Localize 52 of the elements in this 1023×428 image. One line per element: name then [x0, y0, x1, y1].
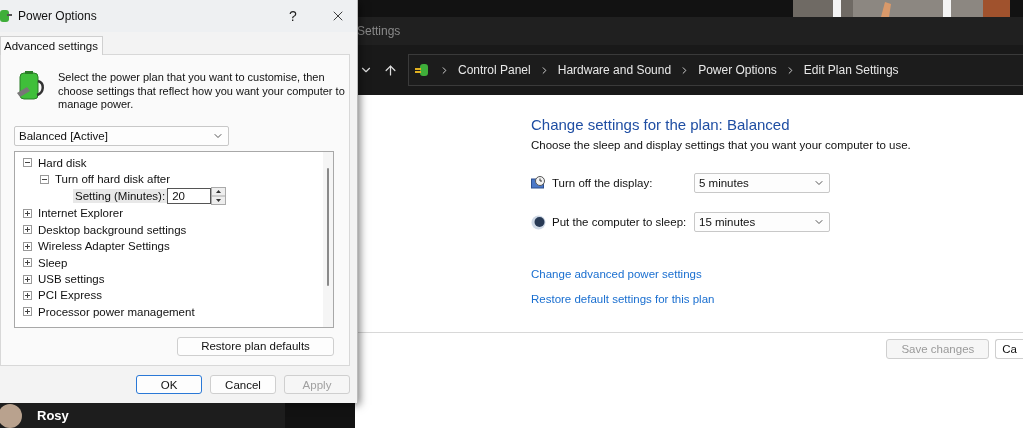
expand-icon[interactable] — [23, 208, 32, 218]
tree-item[interactable]: Internet Explorer — [38, 207, 123, 220]
window-title: Power Options — [18, 9, 98, 23]
tree-item[interactable]: Processor power management — [38, 305, 195, 318]
setting-label: Put the computer to sleep: — [552, 216, 688, 228]
dropdown[interactable]: 15 minutes — [694, 212, 830, 232]
tree-item[interactable]: Desktop background settings — [38, 223, 187, 236]
expand-icon[interactable] — [23, 290, 32, 300]
breadcrumb-item[interactable]: Edit Plan Settings — [803, 63, 899, 77]
tab[interactable]: Advanced settings — [0, 36, 103, 55]
collapse-icon[interactable] — [23, 158, 32, 168]
expand-icon[interactable] — [23, 274, 32, 284]
tree-item[interactable]: Hard disk — [38, 156, 87, 169]
dialog-button[interactable]: OK — [136, 375, 202, 394]
tree-item[interactable]: USB settings — [38, 273, 105, 286]
battery-plug-icon — [17, 71, 45, 101]
restore-defaults-button[interactable]: Restore plan defaults — [177, 336, 334, 356]
cut-off-button[interactable]: Ca — [995, 339, 1023, 359]
breadcrumb-item[interactable]: Hardware and Sound — [557, 63, 672, 77]
contact-name: Rosy — [37, 408, 69, 423]
moon-icon — [531, 214, 546, 230]
collapse-icon[interactable] — [40, 174, 49, 184]
dropdown[interactable]: 5 minutes — [694, 173, 830, 193]
tree-item[interactable]: Turn off hard disk after — [55, 173, 171, 186]
window-title: Settings — [357, 24, 401, 38]
minutes-field[interactable]: 20 — [167, 188, 212, 205]
expand-icon[interactable] — [23, 241, 32, 251]
spin-buttons-icon[interactable] — [211, 187, 227, 206]
help-button[interactable]: ? — [281, 7, 305, 25]
expand-icon[interactable] — [23, 258, 32, 268]
expand-icon[interactable] — [23, 307, 32, 317]
plan-dropdown[interactable]: Balanced [Active] — [14, 125, 229, 146]
setting-label: Turn off the display: — [552, 177, 654, 189]
power-plug-icon — [0, 9, 12, 23]
page-heading: Change settings for the plan: Balanced — [531, 116, 791, 133]
page-description: Choose the sleep and display settings that you want your computer to use. — [531, 139, 912, 151]
link[interactable]: Restore default settings for this plan — [531, 293, 715, 305]
expand-icon[interactable] — [23, 225, 32, 235]
instructions-text: Select the power plan that you want to customise, then choose settings that reflect how you want your computer to manage power. — [58, 71, 346, 112]
tree-item[interactable]: PCI Express — [38, 289, 102, 302]
breadcrumb-item[interactable]: Control Panel — [458, 63, 531, 77]
address-bar[interactable]: Control Panel Hardware and Sound Power Options Edit Plan Settings — [408, 54, 1023, 86]
scrollbar-thumb[interactable] — [327, 167, 329, 286]
tree-item[interactable]: Wireless Adapter Settings — [38, 240, 170, 253]
setting-label: Setting (Minutes): — [73, 189, 168, 204]
link[interactable]: Change advanced power settings — [531, 268, 702, 280]
dialog-button[interactable]: Cancel — [210, 375, 276, 394]
tree-item[interactable]: Sleep — [38, 256, 68, 269]
avatar — [0, 403, 22, 428]
monitor-clock-icon — [531, 176, 546, 190]
breadcrumb-item[interactable]: Power Options — [698, 63, 777, 77]
power-plug-icon — [415, 63, 431, 77]
